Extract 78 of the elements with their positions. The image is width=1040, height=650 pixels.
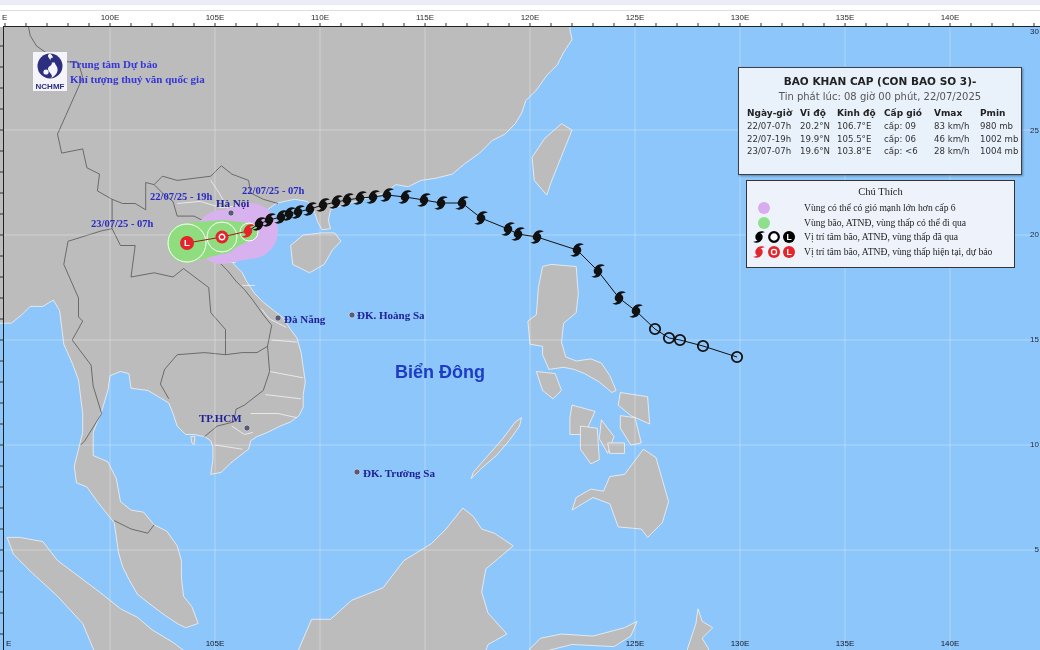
island [470, 417, 522, 479]
latitude-label: 15 [1030, 336, 1039, 344]
place-label: Hà Nội [216, 197, 250, 209]
longitude-label: E [6, 640, 12, 648]
longitude-label: 140E [940, 640, 960, 648]
table-cell-text: 46 km/h [934, 133, 971, 146]
table-cell-text: 23/07-07h [747, 146, 793, 158]
table-cell-text: 20.2°N [800, 121, 831, 133]
agency-logo: NCHMF [33, 52, 67, 91]
column-header: Vĩ độ [800, 107, 827, 120]
longitude-label: 100E [100, 14, 120, 22]
forecast-time-label: 22/07/25 - 07h [242, 185, 305, 197]
latitude-label: 30 [1030, 28, 1039, 36]
legend-label: Vùng bão, ATNĐ, vùng thấp có thể đi qua [804, 216, 966, 229]
longitude-label: 130E [730, 640, 750, 648]
place-label: Đà Nẵng [284, 313, 326, 325]
column-header: Ngày-giờ [747, 107, 794, 120]
bulletin-title: BAO KHAN CAP (CON BAO SO 3)- [782, 75, 978, 88]
low-pressure-marker: L [180, 236, 194, 250]
longitude-label: 120E [520, 14, 540, 22]
place-dot-icon [353, 468, 361, 476]
table-cell-text: 28 km/h [934, 146, 971, 158]
table-cell-text: 1004 mb [980, 146, 1020, 158]
table-cell-text: 19.9°N [800, 133, 831, 146]
island [569, 404, 596, 435]
legend-title: Chú Thích [857, 186, 904, 198]
table-cell-text: 22/07-19h [747, 133, 793, 146]
island [290, 232, 342, 274]
column-header: Vmax [934, 107, 964, 120]
island [687, 608, 714, 650]
table-cell-text: 105.5°E [837, 133, 873, 146]
table-cell-text: cấp: 06 [884, 133, 917, 146]
table-cell-text: 19.6°N [800, 146, 831, 158]
place-label: ĐK. Trường Sa [363, 467, 435, 479]
latitude-label: 25 [1030, 127, 1039, 135]
place-dot-icon [274, 314, 282, 322]
low-pressure-marker: L [783, 231, 795, 244]
table-cell-text: 106.7°E [837, 121, 873, 133]
longitude-label: E [2, 14, 8, 22]
place-dot-icon [243, 424, 251, 432]
latitude-label: 10 [1030, 441, 1039, 449]
place-label: TP.HCM [199, 412, 242, 424]
agency-name: Khí tượng thuỷ văn quốc gia [70, 73, 205, 85]
table-cell-text: 83 km/h [934, 121, 971, 133]
latitude-label: 20 [1030, 231, 1039, 239]
longitude-label: 130E [730, 14, 750, 22]
sea-label: Biển Đông [395, 363, 485, 381]
longitude-label: 135E [835, 640, 855, 648]
column-header: Pmin [980, 107, 1007, 120]
legend-label: Vùng có thể có gió mạnh lớn hơn cấp 6 [804, 202, 956, 215]
agency-name: Trung tâm Dự báo [70, 58, 158, 70]
column-header: Cấp gió [884, 107, 923, 120]
table-cell-text: 1002 mb [980, 133, 1020, 146]
legend-label: Vị trí tâm bão, ATNĐ, vùng thấp đã qua [804, 231, 958, 244]
longitude-label: 135E [835, 14, 855, 22]
longitude-label: 125E [625, 640, 645, 648]
table-cell-text: 103.8°E [837, 146, 873, 158]
longitude-label: 105E [205, 14, 225, 22]
latitude-label: 5 [1034, 546, 1039, 554]
forecast-time-label: 22/07/25 - 19h [150, 191, 213, 203]
place-label: ĐK. Hoàng Sa [357, 309, 425, 321]
low-pressure-marker: L [783, 245, 795, 258]
forecast-time-label: 23/07/25 - 07h [91, 218, 154, 230]
table-cell-text: cấp: 09 [884, 121, 917, 133]
issue-time: Tin phát lúc: 08 giờ 00 phút, 22/07/2025 [777, 90, 983, 103]
longitude-label: 105E [205, 640, 225, 648]
table-cell-text: 980 mb [980, 121, 1014, 133]
table-cell-text: 22/07-07h [747, 121, 793, 133]
longitude-label: 140E [940, 14, 960, 22]
place-dot-icon [348, 311, 356, 319]
column-header: Kinh độ [837, 107, 877, 120]
longitude-label: 110E [310, 14, 330, 22]
legend-label: Vị trí tâm bão, ATNĐ, vùng thấp hiện tại, dự báo [804, 245, 993, 258]
place-dot-icon [227, 209, 235, 217]
table-cell-text: cấp: <6 [884, 146, 919, 158]
longitude-label: 115E [415, 14, 435, 22]
island [190, 436, 196, 446]
longitude-label: 125E [625, 14, 645, 22]
